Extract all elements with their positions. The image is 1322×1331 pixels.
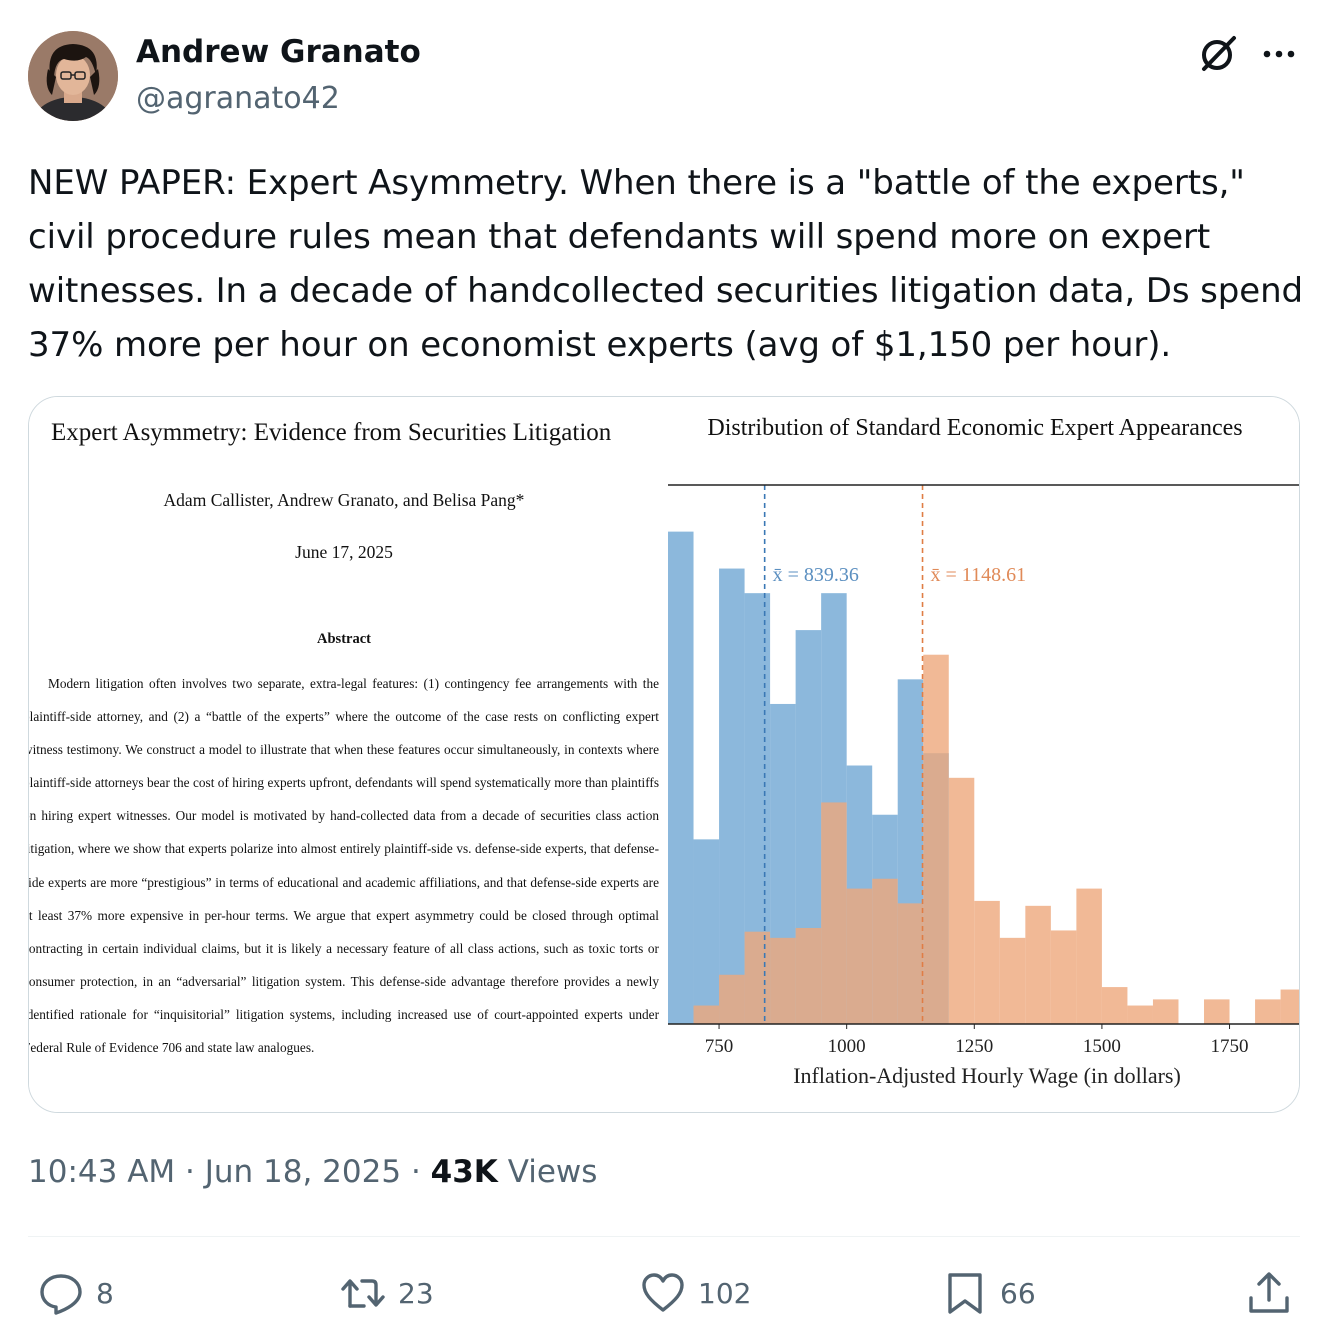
tweet-media-image[interactable]: Expert Asymmetry: Evidence from Securiti… <box>28 396 1300 1113</box>
histogram-bar <box>719 974 745 1024</box>
separator-dot: · <box>185 1154 195 1190</box>
histogram-bar <box>872 878 898 1024</box>
tweet-date: Jun 18, 2025 <box>204 1154 402 1190</box>
reply-count: 8 <box>96 1276 114 1310</box>
histogram-bar <box>1152 999 1179 1024</box>
histogram-bar <box>1050 930 1077 1024</box>
histogram-bar <box>897 903 924 1024</box>
histogram-chart: 750 1000 1250 1500 1750 Distribution of Stan… <box>665 397 1299 1112</box>
histogram-bar <box>1025 905 1051 1024</box>
avatar[interactable] <box>28 31 118 121</box>
histogram-bar <box>795 927 822 1024</box>
paper-date: June 17, 2025 <box>295 542 393 562</box>
paper-authors: Adam Callister, Andrew Granato, and Beli… <box>163 490 525 510</box>
mean-annotation-plaintiff: x̄ = 1148.61 <box>931 564 1027 586</box>
paper-abstract-heading: Abstract <box>317 631 371 647</box>
heart-icon <box>642 1273 684 1312</box>
grok-icon[interactable] <box>1198 32 1240 74</box>
share-icon <box>1249 1272 1289 1313</box>
histogram-bar <box>923 654 949 1024</box>
retweet-icon <box>341 1279 385 1308</box>
like-button[interactable]: 102 <box>640 1266 751 1320</box>
histogram-bar <box>1204 999 1230 1024</box>
bookmark-count: 66 <box>1000 1276 1036 1310</box>
histogram-bar <box>1101 987 1128 1024</box>
mean-annotation-defense: x̄ = 839.36 <box>773 564 859 586</box>
x-tick-label: 750 <box>705 1036 734 1057</box>
views-label: Views <box>507 1154 598 1190</box>
more-options-icon[interactable] <box>1258 34 1300 74</box>
chart-x-axis-label: Inflation-Adjusted Hourly Wage (in dolla… <box>793 1063 1181 1088</box>
histogram-bar <box>1280 989 1299 1024</box>
bookmark-icon <box>948 1273 982 1314</box>
histogram-bar <box>974 900 1000 1024</box>
histogram-svg: 750 1000 1250 1500 1750 Distribution of Stan… <box>668 415 1299 1088</box>
tweet-timestamp[interactable]: 10:43 AM · Jun 18, 2025 · 43K Views <box>28 1154 597 1190</box>
tweet-time: 10:43 AM <box>28 1154 176 1190</box>
histogram-bar <box>693 1005 720 1024</box>
histogram-bar <box>1255 999 1281 1024</box>
retweet-count: 23 <box>398 1276 434 1310</box>
histogram-bar <box>770 937 796 1024</box>
share-button[interactable] <box>1246 1266 1292 1320</box>
histogram-bar <box>821 802 847 1024</box>
author-handle[interactable]: @agranato42 <box>136 81 340 116</box>
histogram-bar <box>846 888 873 1024</box>
author-display-name[interactable]: Andrew Granato <box>136 34 421 70</box>
retweet-button[interactable]: 23 <box>340 1266 434 1320</box>
histogram-bar <box>668 531 694 1024</box>
separator-dot: · <box>410 1154 421 1190</box>
avatar-image <box>28 31 118 121</box>
histogram-bar <box>1076 888 1102 1024</box>
x-tick-label: 1750 <box>1211 1036 1249 1057</box>
tweet-text: NEW PAPER: Expert Asymmetry. When there … <box>28 163 1304 365</box>
paper-title: Expert Asymmetry: Evidence from Securiti… <box>51 419 612 446</box>
histogram-bar <box>744 931 771 1024</box>
paper-abstract: Modern litigation often involves two sep… <box>28 676 659 1056</box>
histogram-bar <box>719 568 745 1024</box>
x-tick-label: 1000 <box>828 1036 866 1057</box>
histogram-bar <box>1127 1005 1153 1024</box>
bookmark-button[interactable]: 66 <box>942 1266 1036 1320</box>
paper-page: Expert Asymmetry: Evidence from Securiti… <box>28 397 665 1112</box>
divider <box>28 1236 1300 1237</box>
histogram-bar <box>693 839 720 1024</box>
views-count: 43K <box>430 1154 498 1190</box>
x-tick-label: 1250 <box>955 1036 993 1057</box>
histogram-bar <box>948 777 975 1024</box>
reply-button[interactable]: 8 <box>38 1266 114 1320</box>
like-count: 102 <box>698 1276 752 1310</box>
reply-icon <box>40 1274 82 1315</box>
chart-title: Distribution of Standard Economic Expert… <box>707 415 1242 441</box>
histogram-bar <box>999 937 1026 1024</box>
x-tick-label: 1500 <box>1083 1036 1121 1057</box>
